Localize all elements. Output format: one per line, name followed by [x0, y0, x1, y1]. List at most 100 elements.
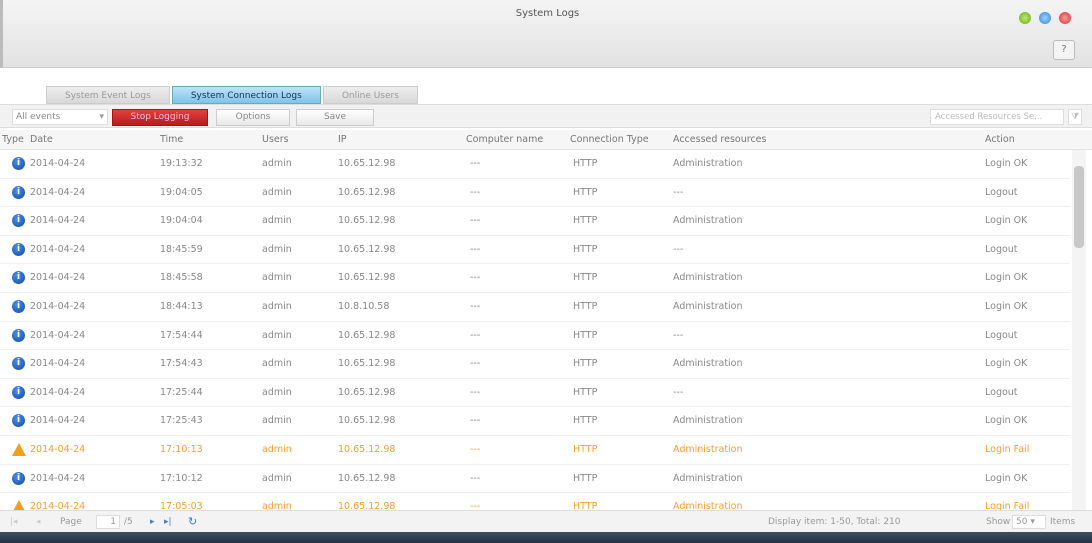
table-row[interactable]: i 2014-04-24 19:04:04 admin 10.65.12.98 --- HT…	[0, 207, 1070, 236]
tab-online-users[interactable]: Online Users	[322, 86, 418, 104]
table-row[interactable]: i 2014-04-24 17:10:12 admin 10.65.12.98 --- HT…	[0, 465, 1070, 494]
table-row[interactable]: i 2014-04-24 19:04:05 admin 10.65.12.98 --- HT…	[0, 179, 1070, 208]
cell-time: 17:25:43	[160, 415, 203, 427]
column-header-users[interactable]: Users	[262, 134, 289, 145]
chevron-down-icon: ▾	[99, 112, 104, 122]
cell-action: Logout	[985, 329, 1018, 341]
table-row[interactable]: i 2014-04-24 19:13:32 admin 10.65.12.98 --- HT…	[0, 150, 1070, 179]
cell-user: admin	[262, 186, 292, 198]
page-label: Page	[60, 517, 82, 527]
refresh-icon[interactable]: ↻	[188, 515, 197, 528]
tab-system-connection-logs[interactable]: System Connection Logs	[171, 86, 321, 104]
first-page-icon[interactable]: |◂	[10, 517, 18, 527]
cell-resource: Administration	[673, 501, 743, 510]
cell-computer: ---	[470, 301, 481, 312]
cell-computer: ---	[470, 272, 481, 284]
filter-icon[interactable]: ⧩	[1068, 109, 1082, 125]
toolbar: All events ▾ Stop Logging Options Save Ac…	[0, 104, 1092, 128]
column-header-accessed-resources[interactable]: Accessed resources	[673, 134, 766, 145]
cell-action: Logout	[985, 386, 1018, 398]
search-input[interactable]: Accessed Resources Se...	[930, 109, 1064, 125]
cell-computer: ---	[470, 386, 481, 398]
table-row[interactable]: i 2014-04-24 18:44:13 admin 10.8.10.58 --- HTT…	[0, 293, 1070, 322]
cell-time: 19:13:32	[160, 158, 203, 169]
save-button[interactable]: Save	[296, 109, 374, 126]
display-info: Display item: 1-50, Total: 210	[768, 517, 901, 527]
cell-user: admin	[262, 272, 292, 284]
cell-resource: Administration	[673, 444, 743, 455]
table-row[interactable]: 2014-04-24 17:10:13 admin 10.65.12.98 --- HTT…	[0, 436, 1070, 465]
last-page-icon[interactable]: ▸|	[164, 517, 172, 527]
event-filter-select[interactable]: All events ▾	[12, 109, 108, 125]
column-header-time[interactable]: Time	[160, 134, 183, 145]
cell-conn: HTTP	[573, 301, 598, 312]
info-icon: i	[12, 414, 25, 428]
cell-time: 18:44:13	[160, 301, 203, 312]
cell-computer: ---	[470, 186, 481, 198]
cell-computer: ---	[470, 215, 481, 227]
column-header-connection-type[interactable]: Connection Type	[570, 134, 649, 145]
cell-time: 17:54:43	[160, 358, 203, 370]
cell-conn: HTTP	[573, 215, 598, 227]
items-per-page-value: 50	[1016, 517, 1028, 527]
window-title: System Logs	[515, 8, 580, 19]
cell-time: 17:05:03	[160, 501, 203, 510]
tab-system-event-logs[interactable]: System Event Logs	[46, 86, 170, 104]
table-row[interactable]: i 2014-04-24 18:45:58 admin 10.65.12.98 --- HT…	[0, 264, 1070, 293]
maximize-button[interactable]	[1039, 12, 1051, 24]
cell-user: admin	[262, 158, 292, 169]
cell-resource: Administration	[673, 301, 743, 312]
cell-action: Login OK	[985, 415, 1028, 427]
help-button[interactable]: ?	[1053, 40, 1075, 60]
title-bar: System Logs ?	[0, 0, 1092, 68]
table-row[interactable]: i 2014-04-24 17:25:43 admin 10.65.12.98 --- HT…	[0, 407, 1070, 436]
cell-conn: HTTP	[573, 444, 598, 455]
options-button[interactable]: Options	[216, 109, 290, 126]
minimize-button[interactable]	[1019, 12, 1031, 24]
cell-ip: 10.65.12.98	[338, 358, 396, 370]
cell-user: admin	[262, 415, 292, 427]
cell-resource: Administration	[673, 272, 743, 284]
column-header-ip[interactable]: IP	[338, 134, 347, 145]
show-label: Show	[986, 517, 1011, 527]
cell-computer: ---	[470, 444, 481, 455]
cell-computer: ---	[470, 415, 481, 427]
column-header-action[interactable]: Action	[985, 134, 1015, 145]
cell-date: 2014-04-24	[30, 415, 86, 427]
info-icon: i	[12, 328, 25, 342]
table-row[interactable]: i 2014-04-24 17:25:44 admin 10.65.12.98 --- HT…	[0, 379, 1070, 408]
cell-user: admin	[262, 301, 292, 312]
info-icon: i	[12, 242, 25, 256]
stop-logging-button[interactable]: Stop Logging	[112, 109, 208, 126]
prev-page-icon[interactable]: ◂	[36, 517, 41, 527]
table-row[interactable]: i 2014-04-24 18:45:59 admin 10.65.12.98 --- HT…	[0, 236, 1070, 265]
cell-date: 2014-04-24	[30, 215, 86, 227]
tab-bar: System Event Logs System Connection Logs…	[46, 86, 418, 104]
table-row[interactable]: i 2014-04-24 17:54:44 admin 10.65.12.98 --- HT…	[0, 322, 1070, 351]
table-row[interactable]: 2014-04-24 17:05:03 admin 10.65.12.98 --- HTT…	[0, 493, 1070, 510]
column-header-type[interactable]: Type	[2, 134, 24, 145]
column-header-date[interactable]: Date	[30, 134, 53, 145]
next-page-icon[interactable]: ▸	[150, 517, 155, 527]
cell-action: Login OK	[985, 358, 1028, 370]
cell-user: admin	[262, 444, 292, 455]
cell-date: 2014-04-24	[30, 501, 86, 510]
cell-time: 17:10:13	[160, 444, 203, 455]
column-header-computer-name[interactable]: Computer name	[466, 134, 543, 145]
page-total: /5	[124, 517, 133, 527]
table-row[interactable]: i 2014-04-24 17:54:43 admin 10.65.12.98 --- HT…	[0, 350, 1070, 379]
items-per-page-select[interactable]: 50 ▾	[1012, 515, 1046, 529]
cell-user: admin	[262, 215, 292, 227]
scrollbar-thumb[interactable]	[1074, 166, 1084, 248]
info-icon: i	[12, 357, 25, 371]
cell-action: Login OK	[985, 472, 1028, 484]
cell-conn: HTTP	[573, 186, 598, 198]
cell-conn: HTTP	[573, 272, 598, 284]
cell-computer: ---	[470, 243, 481, 255]
cell-date: 2014-04-24	[30, 472, 86, 484]
page-input[interactable]: 1	[96, 515, 120, 529]
close-button[interactable]	[1059, 12, 1071, 24]
cell-date: 2014-04-24	[30, 272, 86, 284]
cell-date: 2014-04-24	[30, 386, 86, 398]
cell-ip: 10.65.12.98	[338, 329, 396, 341]
